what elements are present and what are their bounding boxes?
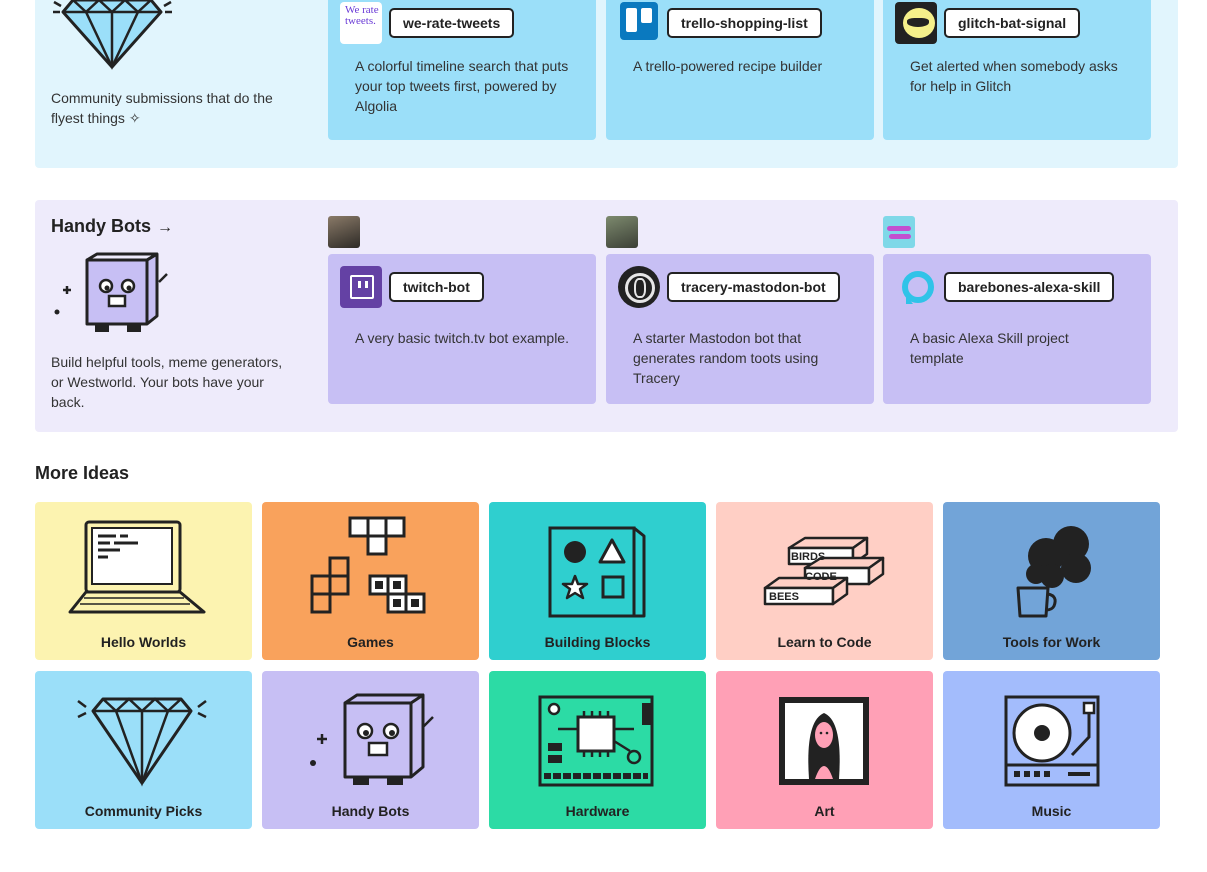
idea-label: Hardware bbox=[565, 803, 630, 819]
idea-label: Handy Bots bbox=[331, 803, 410, 819]
idea-community-picks[interactable]: Community Picks bbox=[35, 671, 252, 829]
illus-book-label: BEES bbox=[769, 591, 799, 603]
community-description: Community submissions that do the flyest… bbox=[51, 90, 273, 126]
idea-label: Tools for Work bbox=[1002, 634, 1101, 650]
idea-tools-for-work[interactable]: Tools for Work bbox=[943, 502, 1160, 660]
idea-label: Hello Worlds bbox=[100, 634, 187, 650]
project-description: A starter Mastodon bot that generates ra… bbox=[633, 330, 819, 386]
tetris-blocks-icon bbox=[310, 516, 426, 614]
twitch-icon bbox=[340, 266, 382, 308]
portrait-frame-icon bbox=[779, 697, 869, 785]
community-picks-section: Community submissions that do the flyest… bbox=[35, 0, 1178, 168]
diamond-icon bbox=[53, 0, 172, 70]
user-avatar[interactable] bbox=[606, 216, 638, 248]
project-card-barebones-alexa-skill[interactable]: barebones-alexa-skill A basic Alexa Skil… bbox=[883, 254, 1151, 404]
project-name-button[interactable]: trello-shopping-list bbox=[667, 8, 822, 38]
bot-cube-icon bbox=[310, 693, 434, 785]
project-card-tracery-mastodon-bot[interactable]: tracery-mastodon-bot A starter Mastodon … bbox=[606, 254, 874, 404]
project-name-button[interactable]: twitch-bot bbox=[389, 272, 484, 302]
laptop-icon bbox=[68, 520, 206, 614]
turntable-icon bbox=[1004, 695, 1100, 787]
more-ideas-title: More Ideas bbox=[35, 463, 130, 483]
section-title-link[interactable]: Handy Bots → bbox=[51, 216, 173, 237]
avatar-logo-text: We rate tweets. bbox=[345, 4, 379, 27]
project-card-trello-shopping-list[interactable]: trello-shopping-list A trello-powered re… bbox=[606, 0, 874, 140]
project-name-button[interactable]: barebones-alexa-skill bbox=[944, 272, 1115, 302]
illus-book-label: BIRDS bbox=[791, 551, 825, 563]
idea-hello-worlds[interactable]: Hello Worlds bbox=[35, 502, 252, 660]
idea-learn-to-code[interactable]: BIRDS CODE BEES Learn to Code bbox=[716, 502, 933, 660]
bot-cube-icon bbox=[54, 252, 168, 332]
handy-bots-description: Build helpful tools, meme generators, or… bbox=[51, 354, 283, 410]
project-description: A colorful timeline search that puts you… bbox=[355, 58, 569, 114]
illus-book-label: CODE bbox=[805, 571, 837, 583]
idea-label: Building Blocks bbox=[544, 634, 651, 650]
project-card-we-rate-tweets[interactable]: We rate tweets. we-rate-tweets A colorfu… bbox=[328, 0, 596, 140]
project-description: A trello-powered recipe builder bbox=[633, 58, 823, 74]
diamond-icon bbox=[77, 697, 207, 787]
books-stack-icon: BIRDS CODE BEES bbox=[763, 536, 885, 606]
shape-sorter-icon bbox=[548, 526, 646, 618]
idea-art[interactable]: Art bbox=[716, 671, 933, 829]
idea-handy-bots[interactable]: Handy Bots bbox=[262, 671, 479, 829]
project-description: A very basic twitch.tv bot example. bbox=[355, 330, 569, 346]
section-title: Handy Bots bbox=[51, 216, 152, 236]
project-name-button[interactable]: we-rate-tweets bbox=[389, 8, 515, 38]
bat-signal-icon bbox=[895, 2, 937, 44]
arrow-right-icon: → bbox=[157, 219, 174, 236]
idea-music[interactable]: Music bbox=[943, 671, 1160, 829]
idea-hardware[interactable]: Hardware bbox=[489, 671, 706, 829]
idea-label: Games bbox=[347, 634, 394, 650]
project-name-button[interactable]: glitch-bat-signal bbox=[944, 8, 1081, 38]
tracery-icon bbox=[618, 266, 660, 308]
idea-label: Art bbox=[814, 803, 835, 819]
idea-building-blocks[interactable]: Building Blocks bbox=[489, 502, 706, 660]
user-avatar[interactable] bbox=[328, 216, 360, 248]
circuit-board-icon bbox=[538, 695, 654, 787]
handy-bots-section: Handy Bots → Build helpful tools, meme ge… bbox=[35, 200, 1178, 432]
project-avatar: We rate tweets. bbox=[340, 2, 382, 44]
trello-icon bbox=[620, 2, 658, 40]
idea-label: Community Picks bbox=[84, 803, 203, 819]
project-card-glitch-bat-signal[interactable]: glitch-bat-signal Get alerted when someb… bbox=[883, 0, 1151, 140]
coffee-cup-icon bbox=[1016, 526, 1091, 618]
idea-games[interactable]: Games bbox=[262, 502, 479, 660]
alexa-icon bbox=[895, 266, 937, 308]
project-description: Get alerted when somebody asks for help … bbox=[910, 58, 1118, 94]
idea-label: Learn to Code bbox=[777, 634, 872, 650]
idea-label: Music bbox=[1031, 803, 1072, 819]
project-description: A basic Alexa Skill project template bbox=[910, 330, 1069, 366]
project-name-button[interactable]: tracery-mastodon-bot bbox=[667, 272, 840, 302]
project-card-twitch-bot[interactable]: twitch-bot A very basic twitch.tv bot ex… bbox=[328, 254, 596, 404]
user-avatar[interactable] bbox=[883, 216, 915, 248]
